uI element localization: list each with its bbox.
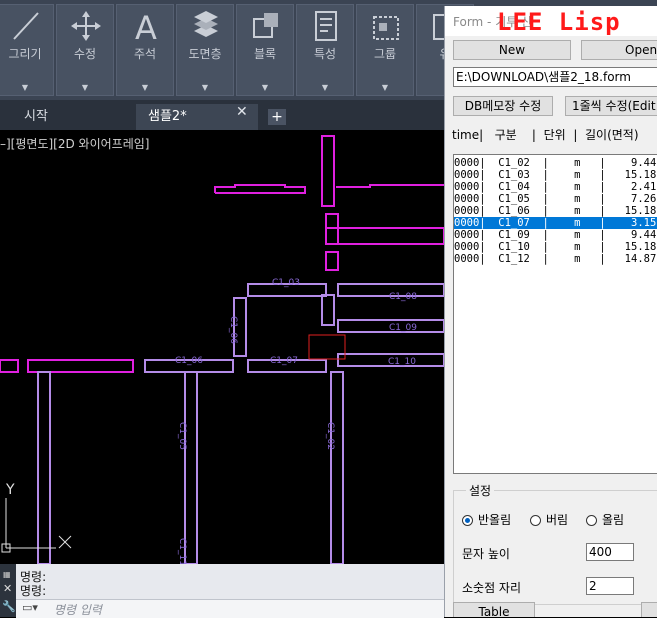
text-height-label: 문자 높이 xyxy=(462,547,510,561)
text-a-icon: A xyxy=(135,9,157,43)
group-label: 그룹 xyxy=(373,47,397,61)
member-label: C1_07 xyxy=(270,356,298,366)
drawing-canvas[interactable]: C1_03 C1_08 C1_09 C1_06 C1_10 C1_07 C1_0… xyxy=(0,130,444,564)
chevron-down-icon: ▼ xyxy=(21,83,29,92)
chevron-down-icon: ▼ xyxy=(321,83,329,92)
line-edit-button[interactable]: 1줄씩 수정(Edit xyxy=(565,96,657,116)
drawing-svg: C1_03 C1_08 C1_09 C1_06 C1_10 C1_07 C1_0… xyxy=(0,135,444,564)
member-label: C1_03 xyxy=(272,278,300,288)
tab-start[interactable]: 시작 xyxy=(0,104,136,130)
list-item[interactable]: 0000| C1_02 | m | 9.44 | xyxy=(454,157,657,169)
lisp-form-window: Form - 기투 산 LEE Lisp New Open E:\DOWNLOA… xyxy=(444,6,657,617)
list-item[interactable]: 0000| C1_03 | m | 15.18 | xyxy=(454,169,657,181)
command-window: ▦ ✕ 🔧 명령: 명령: ▭▾ 명령 입력 xyxy=(0,564,444,618)
layers-icon xyxy=(194,11,218,37)
list-item[interactable]: 0000| C1_09 | m | 9.44 | xyxy=(454,229,657,241)
chevron-down-icon: ▼ xyxy=(81,83,89,92)
list-item-selected[interactable]: 0000| C1_07 | m | 3.15 | xyxy=(454,217,657,229)
properties-panel-button[interactable]: 특성 ▼ xyxy=(296,4,354,96)
modify-panel-button[interactable]: 수정 ▼ xyxy=(56,4,114,96)
member-label: C1_06 xyxy=(175,356,203,366)
annotate-label: 주석 xyxy=(133,47,157,61)
member-label: C1_08 xyxy=(389,292,417,302)
close-icon[interactable]: ✕ xyxy=(3,582,12,595)
open-button[interactable]: Open xyxy=(581,40,657,60)
properties-icon xyxy=(315,11,337,41)
command-window-sidebar: ▦ ✕ 🔧 xyxy=(0,564,16,617)
member-label: C1_11 xyxy=(177,538,187,564)
command-prompt-icon[interactable]: ▭▾ xyxy=(22,601,38,614)
viewport-controls[interactable]: –][평면도][2D 와이어프레임] xyxy=(0,135,149,152)
svg-text:A: A xyxy=(135,9,157,43)
round-half-label: 반올림 xyxy=(478,513,512,527)
text-height-input[interactable]: 400 xyxy=(586,543,634,561)
block-icon xyxy=(253,13,278,38)
member-label: C1_02 xyxy=(325,422,335,450)
new-button[interactable]: New xyxy=(453,40,571,60)
settings-legend: 설정 xyxy=(466,482,495,499)
form-title-bar: Form - 기투 산 LEE Lisp xyxy=(445,6,657,36)
ucs-y-label: Y xyxy=(5,482,15,498)
chevron-down-icon: ▼ xyxy=(381,83,389,92)
table-button[interactable]: Table xyxy=(453,602,535,617)
round-half-radio[interactable]: 반올림 xyxy=(462,511,511,528)
list-item[interactable]: 0000| C1_06 | m | 15.18 | xyxy=(454,205,657,217)
member-label: C1_05 xyxy=(177,422,187,450)
group-panel-button[interactable]: 그룹 ▼ xyxy=(356,4,414,96)
add-tab-button[interactable]: + xyxy=(268,109,286,125)
member-label: C1_10 xyxy=(388,357,416,367)
command-history-line: 명령: xyxy=(20,584,47,598)
group-icon xyxy=(373,16,399,40)
line-draw-icon xyxy=(13,12,39,40)
length-list[interactable]: 0000| C1_02 | m | 9.44 | 0000| C1_03 | m… xyxy=(453,154,657,474)
wrench-icon[interactable]: 🔧 xyxy=(2,600,16,613)
radio-checked-icon xyxy=(462,515,473,526)
round-down-radio[interactable]: 버림 xyxy=(530,511,568,528)
member-label: C1_09 xyxy=(389,323,417,333)
decimal-places-input[interactable]: 2 xyxy=(586,577,634,595)
magenta-walls xyxy=(0,135,444,373)
chevron-down-icon: ▼ xyxy=(201,83,209,92)
list-item[interactable]: 0000| C1_12 | m | 14.87 | xyxy=(454,253,657,265)
modify-label: 수정 xyxy=(73,47,97,61)
radio-icon xyxy=(530,515,541,526)
radio-icon xyxy=(586,515,597,526)
command-input[interactable]: ▭▾ 명령 입력 xyxy=(16,599,444,618)
block-label: 블록 xyxy=(253,47,277,61)
list-header: time| 구분 | 단위 | 길이(면적) xyxy=(452,128,639,142)
chevron-down-icon: ▼ xyxy=(141,83,149,92)
decimal-places-label: 소숫점 자리 xyxy=(462,581,522,595)
chevron-down-icon: ▼ xyxy=(261,83,269,92)
list-item[interactable]: 0000| C1_05 | m | 7.26 | xyxy=(454,193,657,205)
violet-members xyxy=(37,283,444,564)
member-label: C1_06 xyxy=(228,316,238,344)
partial-button[interactable] xyxy=(641,602,657,617)
list-item[interactable]: 0000| C1_04 | m | 2.41 | xyxy=(454,181,657,193)
layers-label: 도면층 xyxy=(188,47,222,61)
round-up-radio[interactable]: 올림 xyxy=(586,511,624,528)
ucs-icon xyxy=(1,498,72,553)
command-prompt: 명령 입력 xyxy=(54,603,102,617)
settings-group: 설정 반올림 버림 올림 문자 높이 400 소숫점 자리 2 xyxy=(453,482,657,605)
annotate-panel-button[interactable]: A 주석 ▼ xyxy=(116,4,174,96)
properties-label: 특성 xyxy=(313,47,337,61)
tab-sample2-label: 샘플2* xyxy=(148,109,187,124)
file-path-field[interactable]: E:\DOWNLOAD\샘플2_18.form xyxy=(453,67,657,87)
close-icon[interactable]: ✕ xyxy=(236,104,248,120)
grip-icon[interactable]: ▦ xyxy=(3,570,11,579)
layers-panel-button[interactable]: 도면층 ▼ xyxy=(176,4,234,96)
round-down-label: 버림 xyxy=(546,513,569,527)
move-arrows-icon xyxy=(71,11,101,41)
draw-label: 그리기 xyxy=(8,47,42,61)
list-item[interactable]: 0000| C1_10 | m | 15.18 | xyxy=(454,241,657,253)
selection-box xyxy=(308,334,346,360)
brand-label: LEE Lisp xyxy=(497,8,621,36)
draw-panel-button[interactable]: 그리기 ▼ xyxy=(0,4,54,96)
block-panel-button[interactable]: 블록 ▼ xyxy=(236,4,294,96)
round-up-label: 올림 xyxy=(602,513,625,527)
db-memo-edit-button[interactable]: DB메모장 수정 xyxy=(453,96,553,116)
